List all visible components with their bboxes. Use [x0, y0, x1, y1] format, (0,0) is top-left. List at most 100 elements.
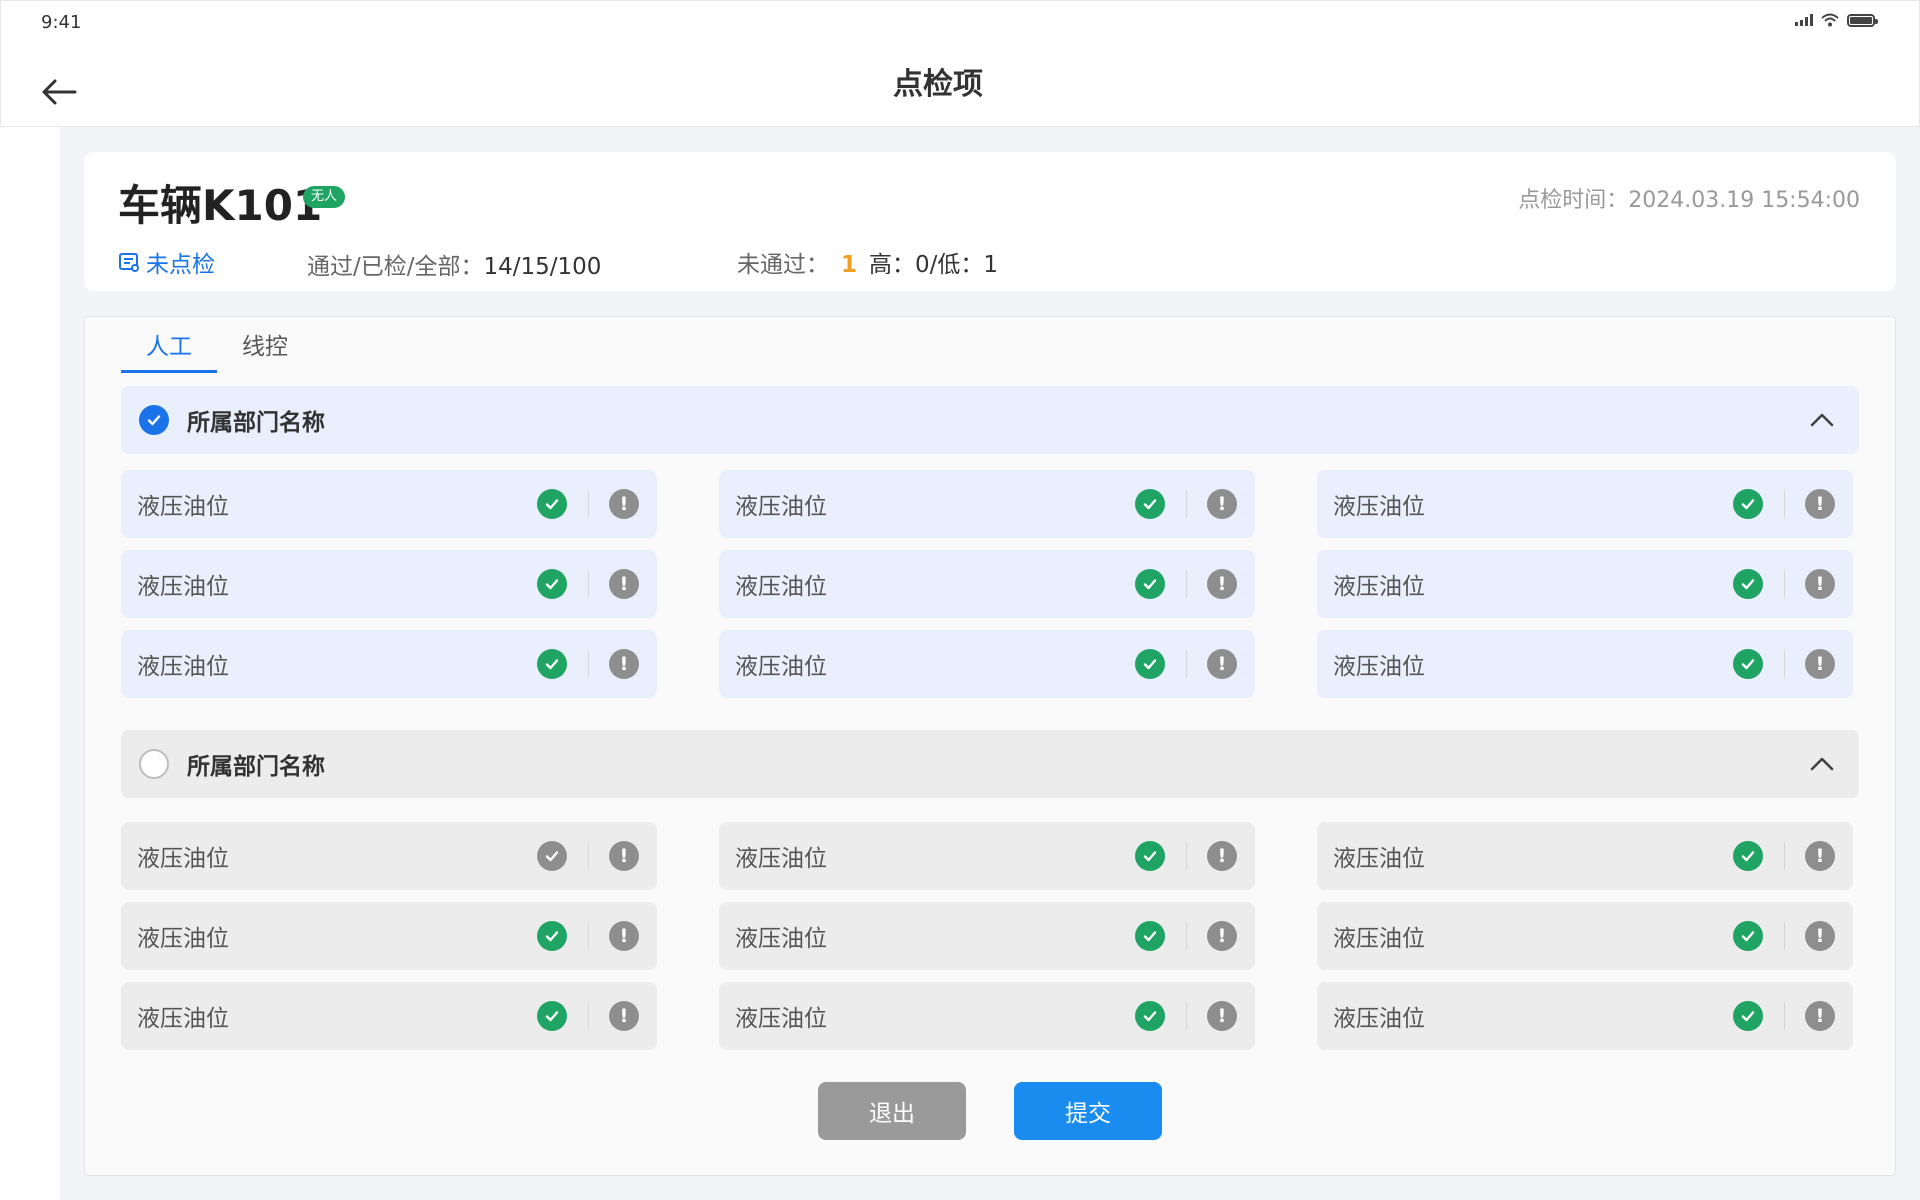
- divider: [1186, 570, 1187, 598]
- check-item[interactable]: 液压油位!: [1317, 630, 1853, 698]
- chevron-up-icon[interactable]: [1809, 754, 1835, 774]
- warning-icon[interactable]: !: [1805, 569, 1835, 599]
- warning-icon[interactable]: !: [1207, 841, 1237, 871]
- check-item[interactable]: 液压油位!: [719, 550, 1255, 618]
- tab-manual[interactable]: 人工: [121, 327, 217, 373]
- warning-icon[interactable]: !: [1207, 649, 1237, 679]
- check-item[interactable]: 液压油位!: [719, 470, 1255, 538]
- check-item[interactable]: 液压油位!: [719, 902, 1255, 970]
- pass-check-icon[interactable]: [537, 841, 567, 871]
- pass-check-icon[interactable]: [537, 921, 567, 951]
- check-time-value: 2024.03.19 15:54:00: [1628, 188, 1860, 213]
- check-time-label: 点检时间：: [1518, 188, 1629, 213]
- warning-icon[interactable]: !: [609, 841, 639, 871]
- warning-icon[interactable]: !: [609, 489, 639, 519]
- check-item[interactable]: 液压油位!: [1317, 550, 1853, 618]
- tab-bar: 人工 线控: [121, 327, 313, 373]
- divider: [1784, 570, 1785, 598]
- group-title: 所属部门名称: [187, 754, 325, 780]
- not-checked-link[interactable]: 未点检: [118, 245, 215, 279]
- fail-count: 1: [841, 252, 858, 278]
- divider: [1784, 1002, 1785, 1030]
- check-item-label: 液压油位: [735, 846, 827, 872]
- pass-check-icon[interactable]: [537, 489, 567, 519]
- divider: [1784, 922, 1785, 950]
- check-item[interactable]: 液压油位!: [121, 470, 657, 538]
- pass-check-icon[interactable]: [1135, 489, 1165, 519]
- warning-icon[interactable]: !: [1207, 569, 1237, 599]
- check-item[interactable]: 液压油位!: [121, 550, 657, 618]
- pass-check-icon[interactable]: [537, 649, 567, 679]
- group-header[interactable]: 所属部门名称: [121, 730, 1859, 798]
- check-item-label: 液压油位: [137, 654, 229, 680]
- pass-check-icon[interactable]: [1135, 921, 1165, 951]
- warning-icon[interactable]: !: [609, 649, 639, 679]
- tab-wire-control[interactable]: 线控: [217, 327, 313, 373]
- exit-button[interactable]: 退出: [818, 1082, 966, 1140]
- check-item[interactable]: 液压油位!: [121, 630, 657, 698]
- warning-icon[interactable]: !: [1805, 649, 1835, 679]
- check-item[interactable]: 液压油位!: [1317, 822, 1853, 890]
- warning-icon[interactable]: !: [609, 1001, 639, 1031]
- pass-check-icon[interactable]: [1733, 921, 1763, 951]
- pass-check-icon[interactable]: [1733, 489, 1763, 519]
- check-item-label: 液压油位: [137, 574, 229, 600]
- pass-check-icon[interactable]: [1733, 1001, 1763, 1031]
- check-item-label: 液压油位: [1333, 574, 1425, 600]
- check-item[interactable]: 液压油位!: [121, 902, 657, 970]
- check-item-label: 液压油位: [1333, 1006, 1425, 1032]
- warning-icon[interactable]: !: [609, 921, 639, 951]
- check-item[interactable]: 液压油位!: [719, 822, 1255, 890]
- check-item-label: 液压油位: [735, 574, 827, 600]
- document-icon: [119, 253, 139, 272]
- top-bar: 9:41 点检项: [0, 0, 1920, 127]
- warning-icon[interactable]: !: [609, 569, 639, 599]
- pass-check-icon[interactable]: [1135, 1001, 1165, 1031]
- check-item[interactable]: 液压油位!: [1317, 470, 1853, 538]
- divider: [1784, 650, 1785, 678]
- group-title: 所属部门名称: [187, 410, 325, 436]
- pass-check-icon[interactable]: [1733, 649, 1763, 679]
- divider: [588, 1002, 589, 1030]
- check-item-label: 液压油位: [735, 494, 827, 520]
- unchecked-circle-icon[interactable]: [139, 749, 169, 779]
- warning-icon[interactable]: !: [1805, 841, 1835, 871]
- check-item[interactable]: 液压油位!: [719, 630, 1255, 698]
- pass-check-icon[interactable]: [1733, 841, 1763, 871]
- group-header[interactable]: 所属部门名称: [121, 386, 1859, 454]
- warning-icon[interactable]: !: [1805, 921, 1835, 951]
- pass-stat-label: 通过/已检/全部：: [307, 254, 484, 280]
- divider: [1186, 490, 1187, 518]
- divider: [1186, 842, 1187, 870]
- pass-check-icon[interactable]: [1135, 841, 1165, 871]
- check-item[interactable]: 液压油位!: [121, 822, 657, 890]
- check-item[interactable]: 液压油位!: [719, 982, 1255, 1050]
- vehicle-card: 车辆K101 无人 点检时间：2024.03.19 15:54:00 未点检 通…: [84, 152, 1896, 291]
- check-item-label: 液压油位: [137, 846, 229, 872]
- check-item[interactable]: 液压油位!: [1317, 902, 1853, 970]
- warning-icon[interactable]: !: [1207, 921, 1237, 951]
- warning-icon[interactable]: !: [1805, 1001, 1835, 1031]
- divider: [1186, 922, 1187, 950]
- pass-check-icon[interactable]: [1733, 569, 1763, 599]
- pass-check-icon[interactable]: [1135, 649, 1165, 679]
- divider: [588, 842, 589, 870]
- status-icons: [1795, 13, 1878, 27]
- check-item-label: 液压油位: [1333, 926, 1425, 952]
- vehicle-name: 车辆K101: [118, 181, 323, 230]
- checked-circle-icon[interactable]: [139, 405, 169, 435]
- warning-icon[interactable]: !: [1805, 489, 1835, 519]
- pass-check-icon[interactable]: [537, 1001, 567, 1031]
- divider: [588, 570, 589, 598]
- check-item[interactable]: 液压油位!: [121, 982, 657, 1050]
- wifi-icon: [1821, 13, 1839, 27]
- page-title: 点检项: [893, 67, 983, 102]
- submit-button[interactable]: 提交: [1014, 1082, 1162, 1140]
- chevron-up-icon[interactable]: [1809, 410, 1835, 430]
- pass-check-icon[interactable]: [1135, 569, 1165, 599]
- divider: [588, 922, 589, 950]
- pass-check-icon[interactable]: [537, 569, 567, 599]
- check-item[interactable]: 液压油位!: [1317, 982, 1853, 1050]
- warning-icon[interactable]: !: [1207, 489, 1237, 519]
- warning-icon[interactable]: !: [1207, 1001, 1237, 1031]
